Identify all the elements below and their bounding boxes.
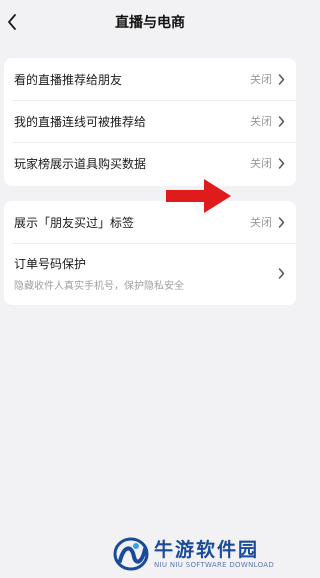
- chevron-right-icon: [278, 115, 286, 127]
- setting-row-order-number-protection[interactable]: 订单号码保护 隐藏收件人真实手机号，保护隐私安全: [4, 243, 296, 303]
- setting-texts: 订单号码保护 隐藏收件人真实手机号，保护隐私安全: [14, 255, 278, 292]
- setting-label: 我的直播连线可被推荐给: [14, 114, 147, 129]
- chevron-right-icon: [278, 267, 286, 279]
- setting-value: 关闭: [250, 216, 272, 229]
- setting-label: 看的直播推荐给朋友: [14, 72, 123, 87]
- chevron-right-icon: [278, 73, 286, 85]
- watermark-logo-icon: [113, 537, 149, 571]
- setting-label: 玩家榜展示道具购买数据: [14, 156, 147, 171]
- top-bar: 直播与电商: [0, 0, 300, 44]
- setting-row-live-connect-recommend[interactable]: 我的直播连线可被推荐给 关闭: [4, 100, 296, 142]
- settings-card-commerce: 展示「朋友买过」标签 关闭 订单号码保护 隐藏收件人真实手机号，保护隐私安全: [4, 201, 296, 305]
- watermark: 牛游软件园 NIU NIU SOFTWARE DOWNLOAD: [112, 532, 300, 576]
- setting-description: 隐藏收件人真实手机号，保护隐私安全: [14, 280, 184, 292]
- setting-label: 展示「朋友买过」标签: [14, 215, 135, 230]
- setting-row-friends-bought-tag[interactable]: 展示「朋友买过」标签 关闭: [4, 201, 296, 243]
- page-title: 直播与电商: [115, 15, 185, 31]
- watermark-subtitle: NIU NIU SOFTWARE DOWNLOAD: [154, 560, 275, 569]
- chevron-right-icon: [278, 216, 286, 228]
- setting-value: 关闭: [250, 115, 272, 128]
- setting-value: 关闭: [250, 157, 272, 170]
- setting-label: 订单号码保护: [14, 256, 87, 271]
- chevron-right-icon: [278, 157, 286, 169]
- watermark-text: 牛游软件园 NIU NIU SOFTWARE DOWNLOAD: [154, 539, 274, 570]
- red-arrow-right-icon: [166, 178, 232, 214]
- settings-card-live: 看的直播推荐给朋友 关闭 我的直播连线可被推荐给 关闭 玩家榜展示道具购买数据 …: [4, 58, 296, 186]
- setting-row-player-rank-props[interactable]: 玩家榜展示道具购买数据 关闭: [4, 142, 296, 184]
- setting-row-recommend-watched-live[interactable]: 看的直播推荐给朋友 关闭: [4, 58, 296, 100]
- watermark-title: 牛游软件园: [154, 538, 260, 561]
- chevron-left-icon[interactable]: [4, 12, 20, 32]
- setting-value: 关闭: [250, 73, 272, 86]
